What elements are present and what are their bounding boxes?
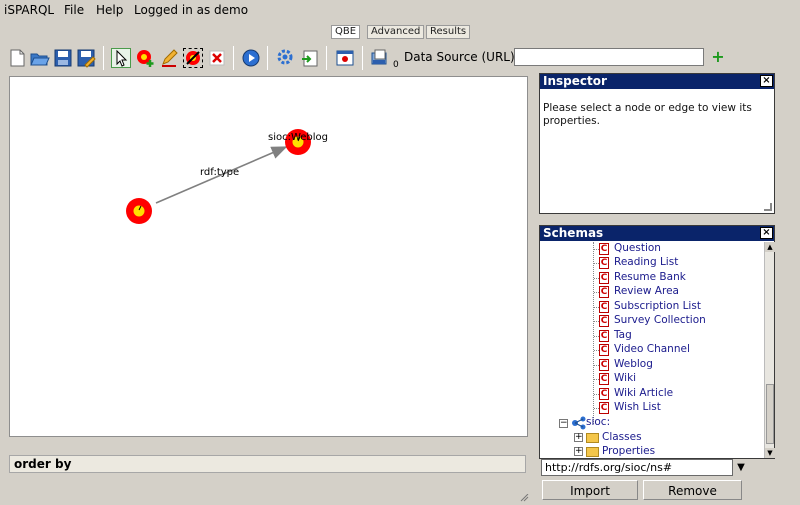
- remove-button[interactable]: Remove: [643, 480, 742, 500]
- login-status: Logged in as demo: [134, 3, 249, 17]
- class-icon: C: [599, 330, 609, 342]
- class-icon: C: [599, 344, 609, 356]
- class-icon: C: [599, 286, 609, 298]
- delete-node-icon[interactable]: [183, 48, 203, 68]
- app-name: iSPARQL: [4, 3, 55, 17]
- data-source-label: Data Source (URL):: [404, 50, 519, 64]
- inspector-message: Please select a node or edge to view its…: [543, 102, 752, 127]
- tab-advanced[interactable]: Advanced: [367, 25, 425, 39]
- save-icon[interactable]: [53, 48, 73, 68]
- settings-gears-icon[interactable]: [276, 48, 296, 68]
- run-query-icon[interactable]: [241, 48, 261, 68]
- schemas-title: Schemas: [540, 226, 774, 241]
- folder-icon: [586, 433, 599, 443]
- plus-icon[interactable]: +: [710, 48, 726, 66]
- menu-help[interactable]: Help: [96, 3, 123, 17]
- class-icon: C: [599, 388, 609, 400]
- graph-node-subject[interactable]: [126, 198, 152, 224]
- schema-tree: C Question C Reading List C Resume Bank C Re…: [559, 242, 706, 457]
- query-queue-icon[interactable]: [371, 48, 391, 68]
- data-source-input[interactable]: [514, 48, 704, 66]
- menu-file[interactable]: File: [64, 3, 84, 17]
- expand-icon[interactable]: +: [574, 433, 583, 442]
- class-icon: C: [599, 373, 609, 385]
- class-icon: C: [599, 301, 609, 313]
- namespace-sioc[interactable]: sioc:: [586, 416, 610, 428]
- query-graph-canvas[interactable]: rdf:type sioc:Weblog: [9, 76, 528, 437]
- order-by-bar[interactable]: order by: [9, 455, 526, 473]
- import-button[interactable]: Import: [542, 480, 638, 500]
- close-icon[interactable]: ×: [760, 227, 773, 239]
- open-folder-icon[interactable]: [30, 48, 50, 68]
- edit-pencil-icon[interactable]: [159, 48, 179, 68]
- schema-tree-scrollbar[interactable]: ▲ ▼: [764, 242, 775, 458]
- class-icon: C: [599, 315, 609, 327]
- inspector-title: Inspector: [540, 74, 774, 89]
- select-pointer-icon[interactable]: [111, 48, 131, 68]
- resize-grip-icon[interactable]: [764, 203, 772, 211]
- collapse-icon[interactable]: −: [559, 419, 568, 428]
- tab-qbe[interactable]: QBE: [331, 25, 361, 39]
- schemas-panel: Schemas × C Question C Reading List C Resum…: [539, 225, 775, 459]
- class-icon: C: [599, 257, 609, 269]
- save-as-icon[interactable]: [76, 48, 96, 68]
- close-icon[interactable]: ×: [760, 75, 773, 87]
- scroll-thumb[interactable]: [766, 384, 774, 444]
- menu-bar: iSPARQL File Help Logged in as demo: [0, 0, 800, 22]
- edge-label[interactable]: rdf:type: [200, 167, 239, 178]
- chevron-down-icon[interactable]: ▼: [734, 459, 748, 476]
- resize-handle-icon[interactable]: [519, 492, 529, 502]
- query-graph: [126, 129, 311, 224]
- node-label-object[interactable]: sioc:Weblog: [268, 132, 328, 143]
- schema-url-input[interactable]: [541, 459, 733, 476]
- add-node-icon[interactable]: [135, 48, 155, 68]
- classes-folder[interactable]: Classes: [602, 431, 642, 443]
- scroll-down-icon[interactable]: ▼: [765, 448, 775, 458]
- query-queue-count: 0: [393, 60, 399, 70]
- properties-folder[interactable]: Properties: [602, 445, 655, 457]
- inspector-panel: Inspector × Please select a node or edge…: [539, 73, 775, 214]
- class-icon: C: [599, 359, 609, 371]
- expand-icon[interactable]: +: [574, 447, 583, 456]
- class-icon: C: [599, 402, 609, 414]
- namespace-icon: [571, 416, 587, 430]
- delete-icon[interactable]: [207, 48, 227, 68]
- window-layout-icon[interactable]: [335, 48, 355, 68]
- scroll-up-icon[interactable]: ▲: [765, 242, 775, 252]
- class-icon: C: [599, 243, 609, 255]
- folder-icon: [586, 447, 599, 457]
- import-query-icon[interactable]: [300, 48, 320, 68]
- tab-results[interactable]: Results: [426, 25, 471, 39]
- class-icon: C: [599, 272, 609, 284]
- new-icon[interactable]: [7, 48, 27, 68]
